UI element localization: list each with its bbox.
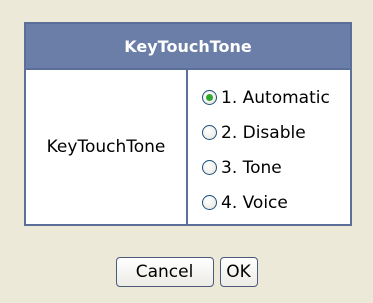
settings-row: KeyTouchTone 1. Automatic 2. Disable 3. … (26, 70, 350, 224)
radio-group: 1. Automatic 2. Disable 3. Tone 4. Voice (188, 70, 350, 224)
option-label: 3. Tone (221, 157, 282, 178)
keytouchtone-panel: KeyTouchTone KeyTouchTone 1. Automatic 2… (24, 22, 352, 226)
option-tone[interactable]: 3. Tone (202, 150, 350, 185)
option-label: 1. Automatic (221, 87, 330, 108)
option-voice[interactable]: 4. Voice (202, 185, 350, 220)
radio-icon[interactable] (202, 195, 217, 210)
radio-icon[interactable] (202, 125, 217, 140)
ok-button[interactable]: OK (219, 257, 258, 287)
option-disable[interactable]: 2. Disable (202, 115, 350, 150)
option-label: 2. Disable (221, 122, 306, 143)
radio-icon[interactable] (202, 160, 217, 175)
cancel-button[interactable]: Cancel (115, 257, 214, 287)
panel-title: KeyTouchTone (26, 24, 350, 70)
option-label: 4. Voice (221, 192, 288, 213)
radio-selected-icon[interactable] (202, 90, 217, 105)
setting-label: KeyTouchTone (26, 70, 188, 224)
option-automatic[interactable]: 1. Automatic (202, 80, 350, 115)
button-bar: Cancel OK (0, 257, 373, 287)
